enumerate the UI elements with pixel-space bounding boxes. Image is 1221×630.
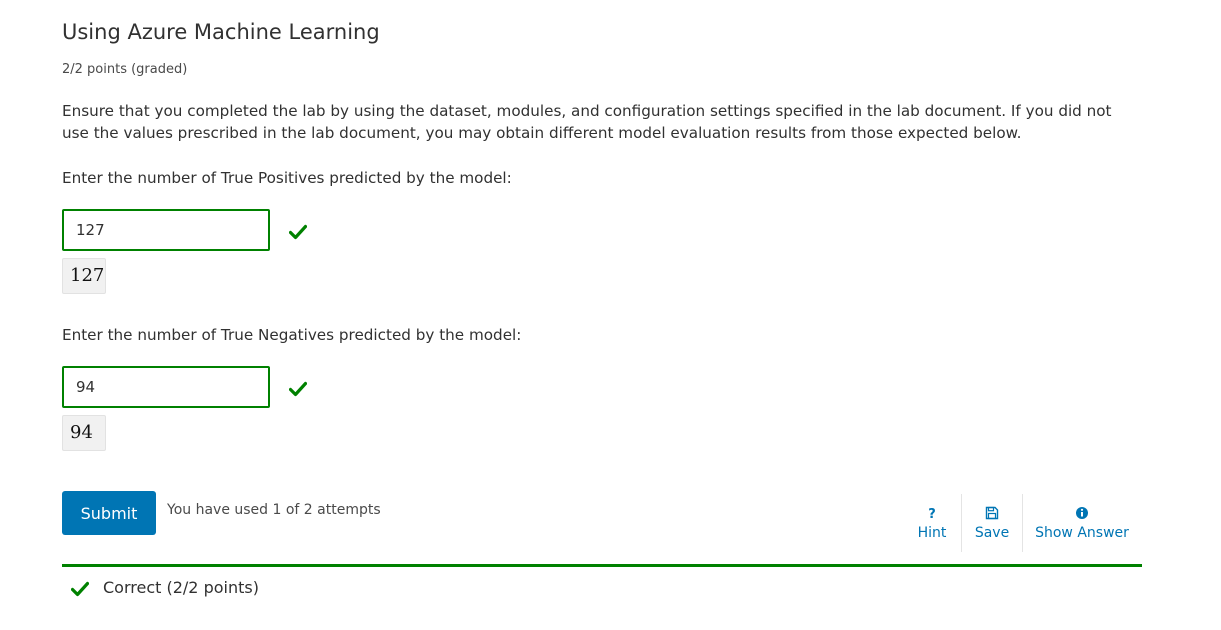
question-icon: ? xyxy=(928,507,936,522)
hint-label: Hint xyxy=(917,525,947,541)
correct-checkmark-icon xyxy=(71,581,89,597)
question-1-label: Enter the number of True Positives predi… xyxy=(62,169,512,187)
question-2-input[interactable] xyxy=(62,366,270,408)
floppy-disk-icon xyxy=(985,506,999,520)
svg-text:?: ? xyxy=(928,507,936,522)
question-1-preview: 127 xyxy=(62,258,106,294)
show-answer-label: Show Answer xyxy=(1035,525,1129,541)
submit-button[interactable]: Submit xyxy=(62,491,156,535)
save-button[interactable]: Save xyxy=(970,496,1014,550)
action-divider xyxy=(1022,494,1023,552)
question-1-input[interactable] xyxy=(62,209,270,251)
question-2-preview: 94 xyxy=(62,415,106,451)
status-divider xyxy=(62,564,1142,567)
attempts-text: You have used 1 of 2 attempts xyxy=(167,502,381,518)
problem-points: 2/2 points (graded) xyxy=(62,62,188,77)
info-circle-icon xyxy=(1076,507,1088,519)
show-answer-button[interactable]: Show Answer xyxy=(1034,496,1130,550)
question-2-label: Enter the number of True Negatives predi… xyxy=(62,326,522,344)
correct-checkmark-icon xyxy=(289,381,307,397)
problem-prompt: Ensure that you completed the lab by usi… xyxy=(62,102,1112,142)
status-message: Correct (2/2 points) xyxy=(103,578,259,597)
hint-button[interactable]: ? Hint xyxy=(912,496,952,550)
action-divider xyxy=(961,494,962,552)
correct-checkmark-icon xyxy=(289,224,307,240)
save-label: Save xyxy=(974,525,1010,541)
problem-title: Using Azure Machine Learning xyxy=(62,20,380,44)
